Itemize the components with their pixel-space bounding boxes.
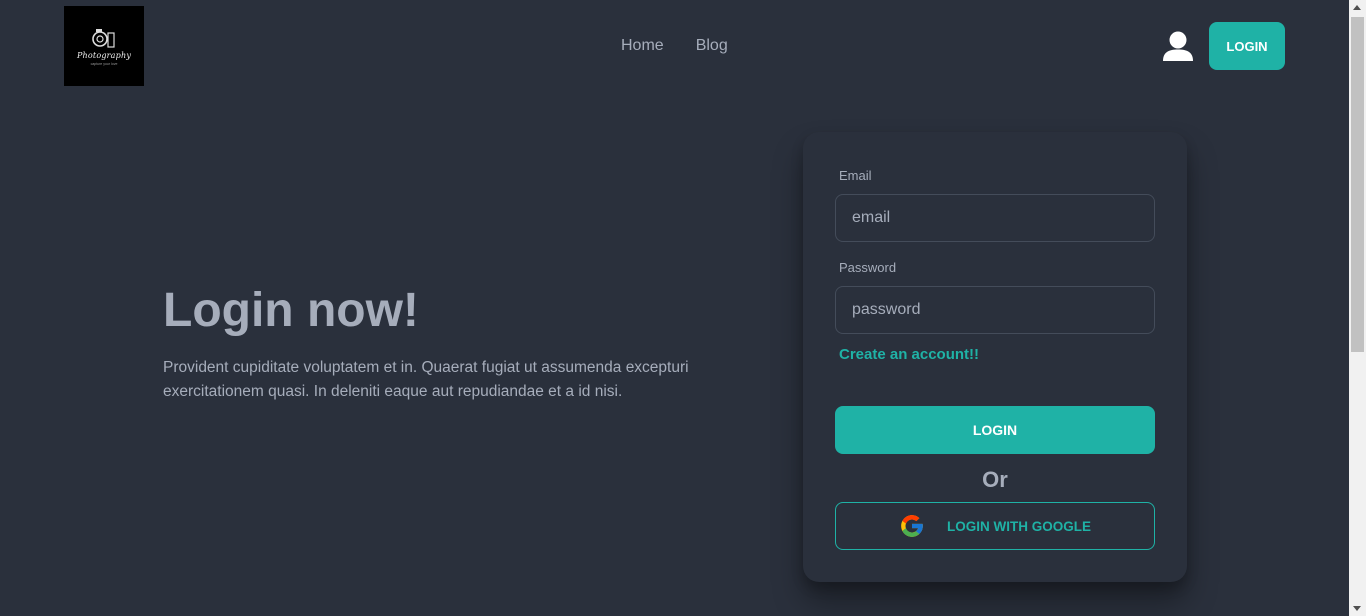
nav-link-blog[interactable]: Blog (696, 37, 728, 55)
hero-description: Provident cupiditate voluptatem et in. Q… (163, 359, 689, 400)
or-divider: Or (982, 467, 1008, 492)
camera-icon (92, 28, 115, 48)
user-icon[interactable] (1161, 30, 1195, 62)
page-scrollbar[interactable] (1349, 0, 1366, 616)
email-field[interactable] (835, 194, 1155, 242)
logo-tagline: capture your love (90, 61, 118, 66)
google-login-button[interactable]: LOGIN WITH GOOGLE (835, 502, 1155, 550)
site-logo[interactable]: Photography capture your love (64, 6, 144, 86)
login-card: Email Password Create an account!! LOGIN… (803, 132, 1187, 582)
google-icon (901, 515, 923, 537)
scroll-up-arrow-icon[interactable] (1353, 5, 1361, 10)
email-label: Email (839, 168, 872, 183)
scroll-down-arrow-icon[interactable] (1353, 606, 1361, 611)
main-nav: Home Blog (621, 37, 728, 55)
login-button[interactable]: LOGIN (835, 406, 1155, 454)
logo-text: Photography (76, 50, 132, 60)
scroll-thumb[interactable] (1351, 17, 1364, 352)
password-label: Password (839, 260, 897, 275)
create-account-link[interactable]: Create an account!! (839, 346, 979, 363)
google-login-label: LOGIN WITH GOOGLE (947, 518, 1091, 534)
password-field[interactable] (835, 286, 1155, 334)
header-login-button[interactable]: LOGIN (1209, 22, 1285, 70)
hero-title: Login now! (163, 284, 419, 337)
nav-link-home[interactable]: Home (621, 37, 664, 55)
